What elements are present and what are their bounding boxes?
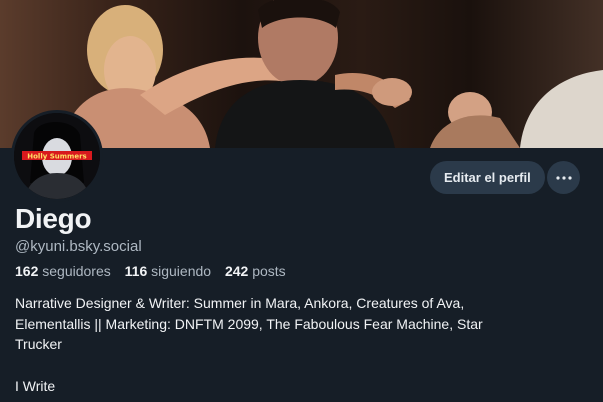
edit-profile-button[interactable]: Editar el perfil (430, 161, 545, 194)
avatar[interactable]: Holly Summers (11, 110, 103, 202)
posts-stat: 242 posts (225, 263, 286, 279)
posts-label: posts (252, 263, 286, 279)
avatar-image: Holly Summers (14, 113, 100, 199)
bio-line: Elementallis || Marketing: DNFTM 2099, T… (15, 315, 483, 332)
display-name: Diego (15, 203, 92, 234)
bio-line: Trucker (15, 336, 62, 352)
followers-label: seguidores (42, 263, 111, 279)
following-stat[interactable]: 116 siguiendo (125, 263, 211, 279)
posts-count: 242 (224, 263, 249, 279)
followers-stat[interactable]: 162 seguidores (15, 263, 111, 279)
bio-line: I Write (15, 377, 56, 394)
bio-line: Narrative Designer & Writer: Summer in M… (15, 295, 465, 311)
following-count: 116 (124, 263, 148, 279)
avatar-caption: Holly Summers (27, 153, 86, 161)
following-label: siguiendo (151, 263, 212, 279)
ellipsis-icon (555, 175, 572, 180)
followers-count: 162 (15, 263, 39, 279)
profile-stats: 162 seguidores 116 siguiendo 242 posts (15, 263, 296, 279)
more-options-button[interactable] (547, 161, 580, 194)
profile-bio: Narrative Designer & Writer: Summer in M… (15, 293, 590, 396)
profile-handle: @kyuni.bsky.social (15, 238, 142, 255)
